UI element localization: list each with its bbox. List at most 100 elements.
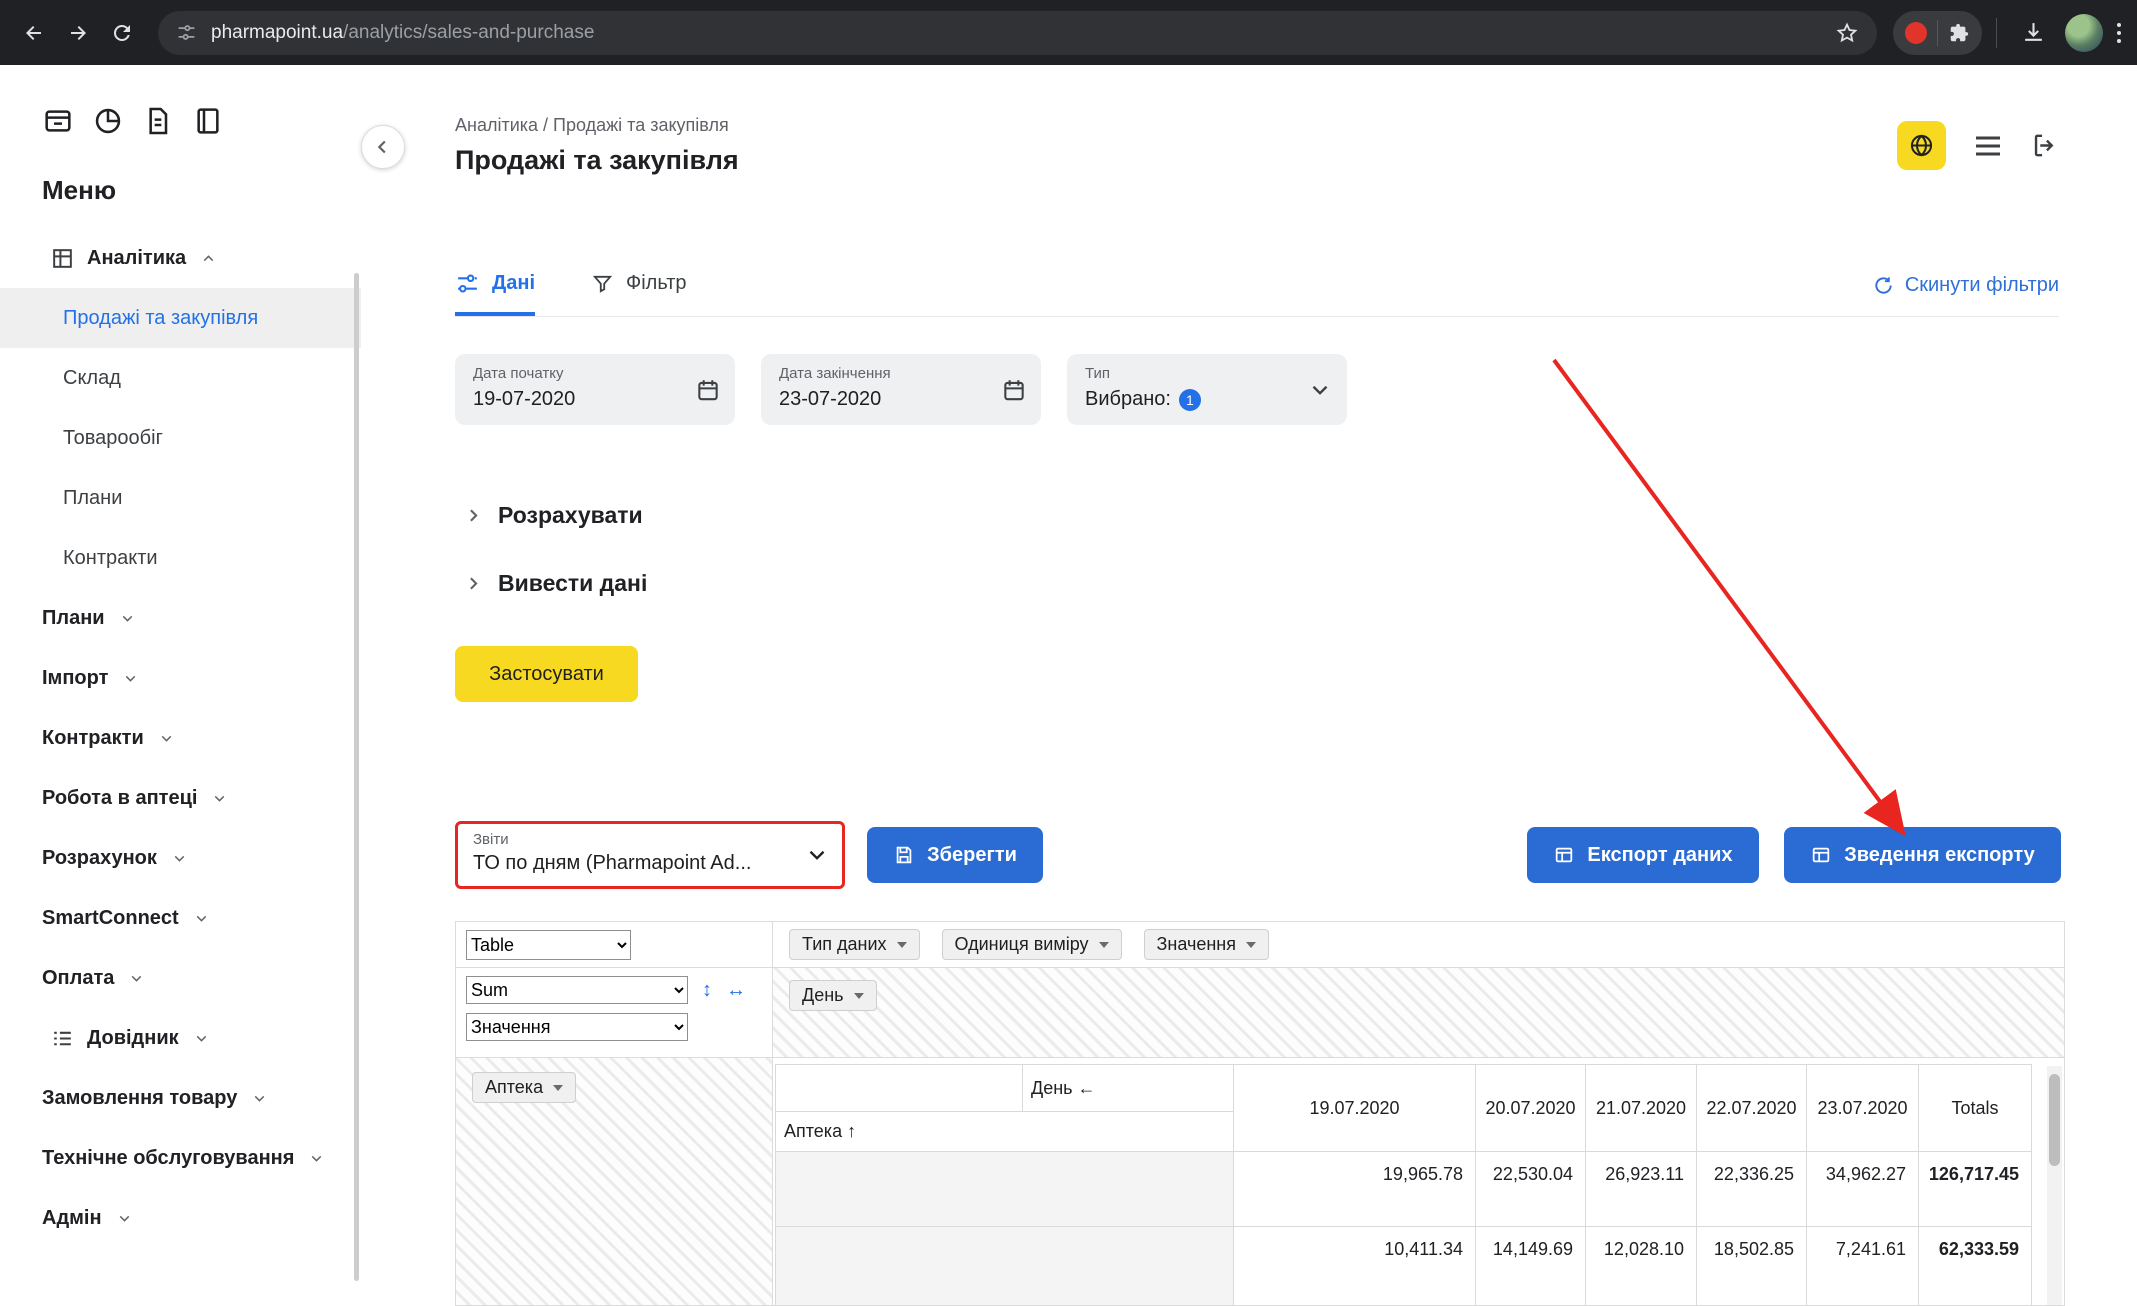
save-report-button[interactable]: Зберегти: [867, 827, 1043, 883]
sidebar: Меню Аналітика Продажі та закупівля Скла…: [0, 65, 361, 1306]
column-attrs-dropzone[interactable]: День: [773, 968, 2065, 1058]
aggregator-select[interactable]: Sum: [466, 976, 688, 1004]
sidebar-item-analytics[interactable]: Аналітика: [0, 228, 361, 288]
extensions-puzzle-icon[interactable]: [1948, 22, 1970, 44]
language-globe-button[interactable]: [1897, 121, 1946, 170]
attr-chip-unit[interactable]: Одиниця виміру: [942, 929, 1122, 960]
tab-filter[interactable]: Фільтр: [591, 251, 686, 316]
pharmacy-name-cell: [776, 1227, 1234, 1306]
caret-down-icon: [1099, 942, 1109, 948]
reports-dropdown-value: ТО по дням (Pharmapoint Ad...: [473, 852, 798, 875]
chevron-down-icon: [211, 790, 228, 807]
chevron-down-icon: [193, 910, 210, 927]
date-end-field[interactable]: Дата закінчення 23-07-2020: [761, 354, 1041, 425]
sort-updown-icon[interactable]: ↕: [702, 979, 712, 1002]
sidebar-item-payment[interactable]: Оплата: [0, 948, 361, 1008]
sort-leftright-icon[interactable]: ↔: [726, 979, 746, 1002]
sidebar-collapse-button[interactable]: [361, 125, 405, 169]
sidebar-item-goods-order[interactable]: Замовлення товару: [0, 1068, 361, 1128]
column-header: 19.07.2020: [1234, 1065, 1476, 1152]
total-cell: 126,717.45: [1919, 1152, 2032, 1227]
sidebar-item-plans-sub[interactable]: Плани: [0, 468, 361, 528]
browser-forward-button[interactable]: [56, 11, 100, 55]
sidebar-item-admin[interactable]: Адмін: [0, 1188, 361, 1248]
browser-reload-button[interactable]: [100, 11, 144, 55]
chevron-down-icon[interactable]: [1307, 377, 1333, 403]
row-attrs-dropzone[interactable]: Аптека: [455, 1058, 773, 1306]
attr-chip-value[interactable]: Значення: [1144, 929, 1269, 960]
selected-count-badge: 1: [1179, 389, 1201, 411]
sidebar-item-maintenance[interactable]: Технічне обслуговування: [0, 1128, 361, 1188]
address-bar[interactable]: pharmapoint.ua/analytics/sales-and-purch…: [158, 11, 1877, 55]
browser-back-button[interactable]: [12, 11, 56, 55]
row-attr-header[interactable]: Аптека ↑: [776, 1112, 1234, 1152]
list-icon: [50, 1026, 75, 1051]
browser-profile-avatar[interactable]: [2065, 14, 2103, 52]
page-title: Продажі та закупівля: [455, 145, 739, 176]
table-scrollbar-thumb[interactable]: [2049, 1074, 2060, 1166]
pie-chart-icon[interactable]: [92, 105, 124, 137]
url-text: pharmapoint.ua/analytics/sales-and-purch…: [211, 22, 594, 44]
date-start-field[interactable]: Дата початку 19-07-2020: [455, 354, 735, 425]
reports-dropdown[interactable]: Звіти ТО по дням (Pharmapoint Ad...: [455, 821, 845, 889]
export-summary-button[interactable]: Зведення експорту: [1784, 827, 2061, 883]
type-select-field[interactable]: Тип Вибрано: 1: [1067, 354, 1347, 425]
pivot-blank-cell: [776, 1065, 1023, 1112]
calendar-icon[interactable]: [1001, 377, 1027, 403]
reset-filters-button[interactable]: Скинути фільтри: [1872, 251, 2059, 316]
chevron-down-icon: [193, 1030, 210, 1047]
col-chip-day[interactable]: День: [789, 980, 877, 1011]
table-row: 10,411.34 14,149.69 12,028.10 18,502.85 …: [776, 1227, 2032, 1306]
grid-icon: [50, 246, 75, 271]
sidebar-item-plans[interactable]: Плани: [0, 588, 361, 648]
save-icon: [893, 844, 915, 866]
calendar-icon[interactable]: [695, 377, 721, 403]
chevron-right-icon: [463, 573, 484, 594]
sidebar-scrollbar[interactable]: [354, 273, 359, 1281]
row-chip-pharmacy[interactable]: Аптека: [472, 1072, 576, 1103]
wallet-icon[interactable]: [42, 105, 74, 137]
section-output-data[interactable]: Вивести дані: [463, 565, 647, 601]
table-scrollbar[interactable]: [2047, 1066, 2062, 1305]
sidebar-item-calculation[interactable]: Розрахунок: [0, 828, 361, 888]
value-cell: 10,411.34: [1234, 1227, 1476, 1306]
sidebar-item-directory[interactable]: Довідник: [0, 1008, 361, 1068]
logout-button[interactable]: [2030, 131, 2059, 160]
sidebar-item-contracts[interactable]: Контракти: [0, 708, 361, 768]
browser-toolbar: pharmapoint.ua/analytics/sales-and-purch…: [0, 0, 2137, 65]
book-icon[interactable]: [192, 105, 224, 137]
bookmark-star-icon[interactable]: [1835, 21, 1859, 45]
column-header: 21.07.2020: [1586, 1065, 1697, 1152]
attr-chip-data-type[interactable]: Тип даних: [789, 929, 920, 960]
col-attr-header[interactable]: День ←: [1023, 1065, 1234, 1112]
column-header: 20.07.2020: [1476, 1065, 1586, 1152]
chevron-left-icon: [372, 136, 394, 158]
aggregator-attr-select[interactable]: Значення: [466, 1013, 688, 1041]
pharmacy-name-cell: [776, 1152, 1234, 1227]
browser-menu-icon[interactable]: [2113, 23, 2137, 43]
sidebar-item-smartconnect[interactable]: SmartConnect: [0, 888, 361, 948]
sidebar-item-turnover[interactable]: Товарообіг: [0, 408, 361, 468]
downloads-icon[interactable]: [2011, 11, 2055, 55]
sidebar-item-sales-and-purchase[interactable]: Продажі та закупівля: [0, 288, 361, 348]
value-cell: 18,502.85: [1697, 1227, 1807, 1306]
export-data-button[interactable]: Експорт даних: [1527, 827, 1759, 883]
section-calculate[interactable]: Розрахувати: [463, 497, 643, 533]
chevron-right-icon: [463, 505, 484, 526]
document-icon[interactable]: [142, 105, 174, 137]
table-row: 19,965.78 22,530.04 26,923.11 22,336.25 …: [776, 1152, 2032, 1227]
app-menu-button[interactable]: [1972, 130, 2004, 162]
breadcrumb[interactable]: Аналітика / Продажі та закупівля: [455, 115, 729, 136]
adblock-extension-icon[interactable]: [1905, 22, 1927, 44]
value-cell: 22,530.04: [1476, 1152, 1586, 1227]
sidebar-item-warehouse[interactable]: Склад: [0, 348, 361, 408]
renderer-select[interactable]: Table: [466, 930, 631, 960]
sidebar-item-import[interactable]: Імпорт: [0, 648, 361, 708]
site-info-icon[interactable]: [176, 22, 197, 43]
sidebar-item-contracts-sub[interactable]: Контракти: [0, 528, 361, 588]
tab-data[interactable]: Дані: [455, 251, 535, 316]
caret-down-icon: [897, 942, 907, 948]
sidebar-item-pharmacy-work[interactable]: Робота в аптеці: [0, 768, 361, 828]
total-cell: 62,333.59: [1919, 1227, 2032, 1306]
apply-button[interactable]: Застосувати: [455, 646, 638, 702]
